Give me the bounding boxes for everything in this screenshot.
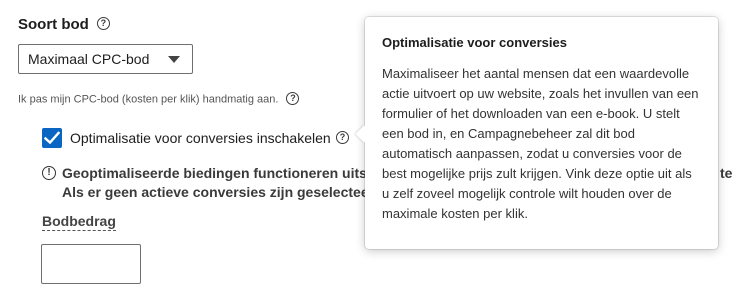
conversion-optimization-label[interactable]: Optimalisatie voor conversies inschakele…: [70, 130, 331, 146]
warning-text-line-1-tail: te: [720, 165, 733, 181]
chevron-down-icon: [168, 56, 180, 63]
help-icon[interactable]: ?: [96, 16, 110, 30]
info-icon: !: [42, 166, 56, 180]
bid-type-select-value: Maximaal CPC-bod: [28, 51, 150, 67]
bid-type-select[interactable]: Maximaal CPC-bod: [18, 44, 193, 74]
bid-amount-label[interactable]: Bodbedrag: [42, 213, 116, 231]
checkmark-icon: [44, 131, 60, 145]
bid-amount-input[interactable]: [41, 244, 141, 284]
bid-type-note: Ik pas mijn CPC-bod (kosten per klik) ha…: [18, 92, 300, 106]
help-icon[interactable]: ?: [336, 131, 349, 144]
bid-type-note-text: Ik pas mijn CPC-bod (kosten per klik) ha…: [18, 93, 279, 106]
tooltip: Optimalisatie voor conversies Maximalise…: [365, 17, 718, 249]
conversion-optimization-checkbox[interactable]: [42, 128, 62, 148]
tooltip-body: Maximaliseer het aantal mensen dat een w…: [382, 66, 699, 221]
section-title: Soort bod?: [18, 16, 110, 33]
section-title-text: Soort bod: [18, 16, 89, 33]
tooltip-title: Optimalisatie voor conversies: [382, 35, 567, 50]
warning-text-line-1: Geoptimaliseerde biedingen functioneren …: [62, 165, 380, 181]
warning-text-line-2: Als er geen actieve conversies zijn gese…: [62, 184, 387, 200]
help-icon[interactable]: ?: [286, 92, 300, 105]
